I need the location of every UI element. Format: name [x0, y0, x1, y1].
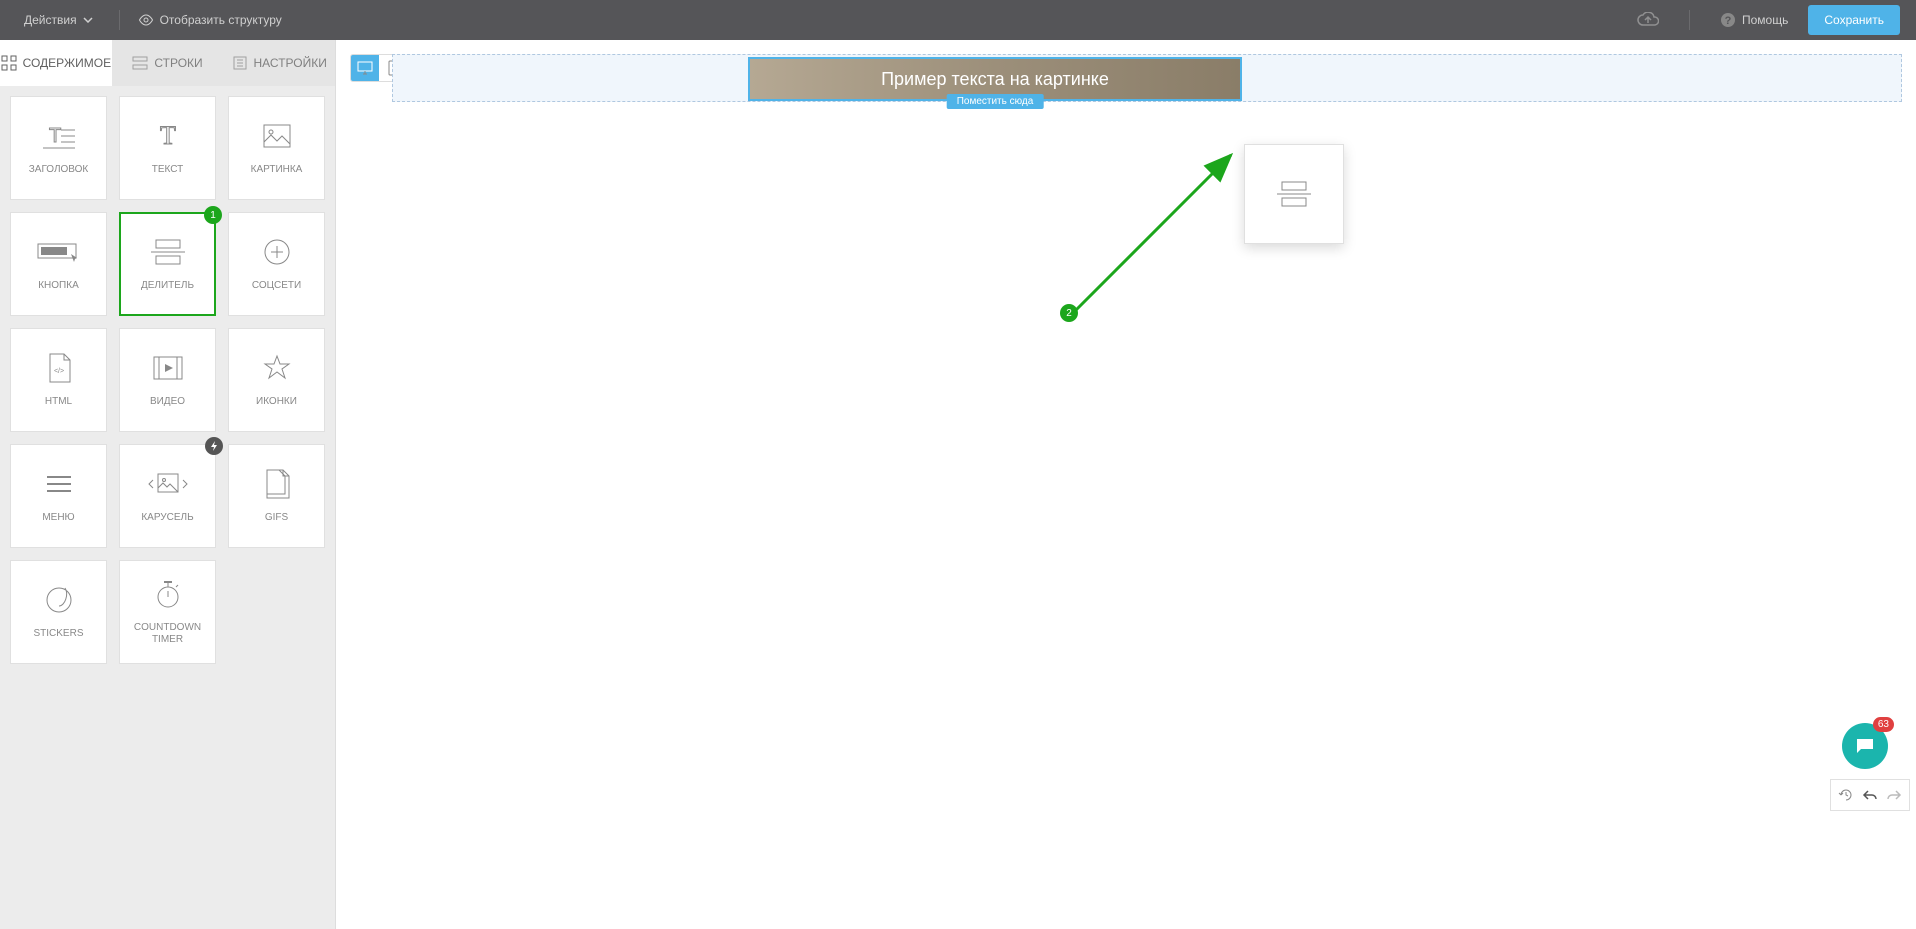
heading-icon: T [41, 120, 77, 152]
block-label: СОЦСЕТИ [248, 280, 305, 292]
block-stickers[interactable]: STICKERS [10, 560, 107, 664]
sidebar-tabs: СОДЕРЖИМОЕ СТРОКИ НАСТРОЙКИ [0, 40, 335, 86]
tab-content[interactable]: СОДЕРЖИМОЕ [0, 40, 112, 86]
block-label: ИКОНКИ [252, 396, 301, 408]
chat-widget[interactable]: 63 [1842, 723, 1888, 769]
rows-icon [132, 55, 148, 71]
help-icon: ? [1720, 12, 1736, 28]
block-video[interactable]: ВИДЕО [119, 328, 216, 432]
block-countdown-timer[interactable]: COUNTDOWN TIMER [119, 560, 216, 664]
eye-icon [138, 14, 154, 26]
help-label: Помощь [1742, 13, 1788, 27]
block-label: КАРУСЕЛЬ [137, 512, 197, 524]
desktop-icon [357, 61, 373, 75]
block-label: МЕНЮ [38, 512, 78, 524]
block-carousel[interactable]: КАРУСЕЛЬ [119, 444, 216, 548]
block-label: HTML [41, 396, 76, 408]
block-social[interactable]: СОЦСЕТИ [228, 212, 325, 316]
drop-zone[interactable]: Пример текста на картинке Поместить сюда [392, 54, 1902, 102]
block-heading[interactable]: T ЗАГОЛОВОК [10, 96, 107, 200]
top-toolbar: Действия Отобразить структуру ? Помощь С… [0, 0, 1916, 40]
image-sample-text: Пример текста на картинке [881, 69, 1109, 90]
menu-icon [46, 468, 72, 500]
block-label: ДЕЛИТЕЛЬ [137, 280, 198, 292]
canvas-area: Пример текста на картинке Поместить сюда… [336, 40, 1916, 929]
svg-text:?: ? [1725, 15, 1732, 27]
canvas-content: Пример текста на картинке Поместить сюда [392, 54, 1902, 102]
block-label: COUNTDOWN TIMER [120, 622, 215, 646]
svg-text:T: T [160, 122, 176, 150]
svg-text:</>: </> [53, 368, 63, 375]
actions-label: Действия [24, 13, 77, 27]
block-label: КАРТИНКА [247, 164, 307, 176]
undo-button[interactable] [1859, 784, 1881, 806]
image-block-preview[interactable]: Пример текста на картинке Поместить сюда [748, 57, 1242, 101]
annotation-badge-2: 2 [1060, 304, 1078, 322]
tab-rows[interactable]: СТРОКИ [112, 40, 224, 86]
tab-settings[interactable]: НАСТРОЙКИ [223, 40, 335, 86]
block-label: ТЕКСТ [148, 164, 188, 176]
dragging-divider-preview [1244, 144, 1344, 244]
video-icon [153, 352, 183, 384]
divider-icon [150, 236, 186, 268]
block-menu[interactable]: МЕНЮ [10, 444, 107, 548]
bolt-badge [205, 437, 223, 455]
history-icon [1838, 787, 1854, 803]
block-icons[interactable]: ИКОНКИ [228, 328, 325, 432]
settings-icon [232, 55, 248, 71]
tab-label: СТРОКИ [154, 56, 202, 70]
history-toolbar [1830, 779, 1910, 811]
block-image[interactable]: КАРТИНКА [228, 96, 325, 200]
carousel-icon [148, 468, 188, 500]
grid-icon [1, 55, 17, 71]
annotation-arrow [1056, 130, 1256, 330]
cloud-upload-icon[interactable] [1637, 12, 1659, 28]
block-text[interactable]: T ТЕКСТ [119, 96, 216, 200]
drop-here-label: Поместить сюда [947, 94, 1044, 109]
divider-icon [1276, 180, 1312, 208]
stickers-icon [45, 584, 73, 616]
chat-badge: 63 [1873, 717, 1894, 732]
tab-label: СОДЕРЖИМОЕ [23, 56, 112, 70]
social-icon [263, 236, 291, 268]
gifs-icon [263, 468, 291, 500]
block-label: GIFS [261, 512, 292, 524]
actions-dropdown[interactable]: Действия [16, 9, 101, 31]
block-label: ВИДЕО [146, 396, 189, 408]
blocks-panel: T ЗАГОЛОВОК T ТЕКСТ КАРТИНКА КНОПКА 1 ДЕ… [0, 86, 335, 674]
redo-button[interactable] [1883, 784, 1905, 806]
star-icon [263, 352, 291, 384]
text-icon: T [154, 120, 182, 152]
block-gifs[interactable]: GIFS [228, 444, 325, 548]
vertical-divider [119, 10, 120, 30]
block-label: ЗАГОЛОВОК [25, 164, 93, 176]
block-html[interactable]: </> HTML [10, 328, 107, 432]
svg-text:T: T [49, 125, 61, 147]
timer-icon [155, 578, 181, 610]
show-structure-button[interactable]: Отобразить структуру [138, 13, 282, 27]
annotation-badge-1: 1 [204, 206, 222, 224]
redo-icon [1886, 787, 1902, 803]
vertical-divider [1689, 10, 1690, 30]
chevron-down-icon [83, 17, 93, 23]
block-label: STICKERS [29, 628, 87, 640]
help-button[interactable]: ? Помощь [1720, 12, 1788, 28]
chat-icon [1854, 735, 1876, 757]
sidebar: СОДЕРЖИМОЕ СТРОКИ НАСТРОЙКИ T ЗАГОЛОВОК … [0, 40, 336, 929]
undo-icon [1862, 787, 1878, 803]
button-icon [37, 236, 81, 268]
block-button[interactable]: КНОПКА [10, 212, 107, 316]
structure-label: Отобразить структуру [160, 13, 282, 27]
html-icon: </> [46, 352, 72, 384]
history-button[interactable] [1835, 784, 1857, 806]
block-divider[interactable]: 1 ДЕЛИТЕЛЬ [119, 212, 216, 316]
image-icon [263, 120, 291, 152]
save-button[interactable]: Сохранить [1808, 5, 1900, 35]
desktop-view-button[interactable] [351, 55, 379, 81]
tab-label: НАСТРОЙКИ [254, 56, 327, 70]
block-label: КНОПКА [34, 280, 83, 292]
